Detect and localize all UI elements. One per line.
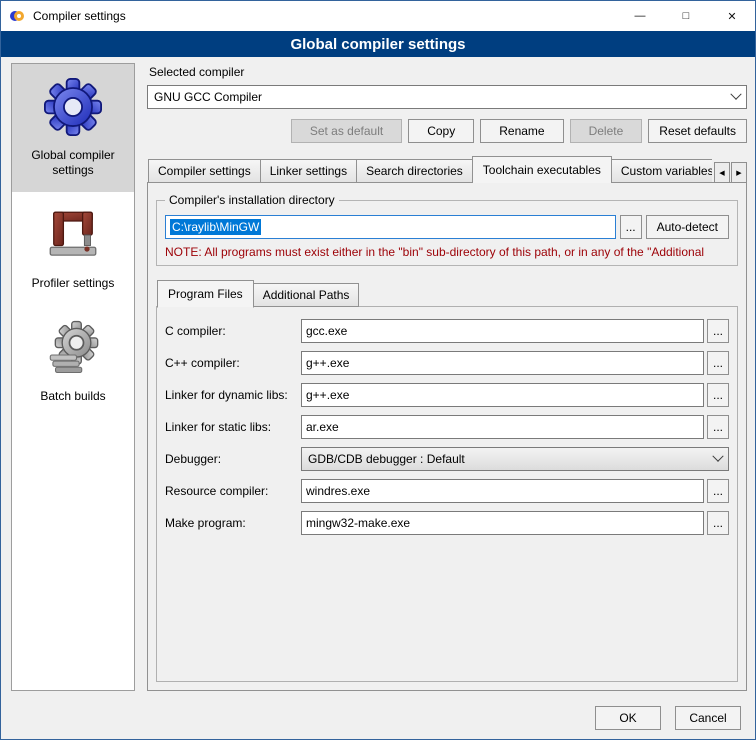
field-row-static-linker: Linker for static libs: ar.exe ... <box>165 415 729 439</box>
gray-gear-icon <box>42 317 104 379</box>
selected-compiler-select[interactable]: GNU GCC Compiler <box>147 85 747 109</box>
reset-defaults-button[interactable]: Reset defaults <box>648 119 747 143</box>
selected-compiler-value: GNU GCC Compiler <box>154 90 262 104</box>
resource-compiler-browse-button[interactable]: ... <box>707 479 729 503</box>
dynamic-linker-input[interactable]: g++.exe <box>301 383 704 407</box>
installation-directory-group-title: Compiler's installation directory <box>165 193 339 207</box>
sidebar-item-batch-builds[interactable]: Batch builds <box>12 305 134 418</box>
c-compiler-input[interactable]: gcc.exe <box>301 319 704 343</box>
tab-search-directories[interactable]: Search directories <box>356 159 473 183</box>
resource-compiler-value: windres.exe <box>306 484 370 498</box>
main-tabbar: Compiler settings Linker settings Search… <box>147 156 747 183</box>
tab-custom-variables[interactable]: Custom variables <box>611 159 712 183</box>
compiler-buttons-row: Set as default Copy Rename Delete Reset … <box>147 119 747 143</box>
bin-subdirectory-note: NOTE: All programs must exist either in … <box>165 245 729 259</box>
cancel-button[interactable]: Cancel <box>675 706 741 730</box>
debugger-label: Debugger: <box>165 452 301 466</box>
tab-program-files[interactable]: Program Files <box>157 280 254 308</box>
copy-button[interactable]: Copy <box>408 119 474 143</box>
make-program-value: mingw32-make.exe <box>306 516 410 530</box>
installation-directory-input[interactable]: C:\raylib\MinGW <box>165 215 616 239</box>
cpp-compiler-value: g++.exe <box>306 356 349 370</box>
dialog-body: Global compiler settings <box>1 57 755 697</box>
toolchain-executables-page: Compiler's installation directory C:\ray… <box>147 182 747 691</box>
app-icon <box>9 7 27 25</box>
cpp-compiler-input[interactable]: g++.exe <box>301 351 704 375</box>
static-linker-browse-button[interactable]: ... <box>707 415 729 439</box>
auto-detect-button[interactable]: Auto-detect <box>646 215 729 239</box>
sidebar-item-label: Batch builds <box>40 389 105 404</box>
close-button[interactable]: ✕ <box>709 1 755 31</box>
sidebar-item-label: Global compiler settings <box>16 148 130 178</box>
tab-toolchain-executables[interactable]: Toolchain executables <box>472 156 612 183</box>
tab-compiler-settings[interactable]: Compiler settings <box>148 159 261 183</box>
compiler-settings-window: Compiler settings — □ ✕ Global compiler … <box>0 0 756 740</box>
chevron-down-icon <box>712 451 723 462</box>
dialog-footer: OK Cancel <box>1 697 755 739</box>
cpp-compiler-label: C++ compiler: <box>165 356 301 370</box>
rename-button[interactable]: Rename <box>480 119 563 143</box>
window-title: Compiler settings <box>33 9 126 23</box>
minimize-button[interactable]: — <box>617 1 663 31</box>
sidebar-item-profiler-settings[interactable]: Profiler settings <box>12 192 134 305</box>
window-controls: — □ ✕ <box>617 1 755 31</box>
debugger-value: GDB/CDB debugger : Default <box>308 452 465 466</box>
tab-linker-settings[interactable]: Linker settings <box>260 159 357 183</box>
inner-tabbar: Program Files Additional Paths <box>156 280 738 307</box>
titlebar: Compiler settings — □ ✕ <box>1 1 755 31</box>
static-linker-label: Linker for static libs: <box>165 420 301 434</box>
installation-directory-browse-button[interactable]: ... <box>620 215 642 239</box>
field-row-cpp-compiler: C++ compiler: g++.exe ... <box>165 351 729 375</box>
field-row-dynamic-linker: Linker for dynamic libs: g++.exe ... <box>165 383 729 407</box>
installation-directory-row: C:\raylib\MinGW ... Auto-detect <box>165 215 729 239</box>
field-row-make-program: Make program: mingw32-make.exe ... <box>165 511 729 535</box>
installation-directory-value: C:\raylib\MinGW <box>170 219 261 235</box>
field-row-resource-compiler: Resource compiler: windres.exe ... <box>165 479 729 503</box>
selected-compiler-label: Selected compiler <box>149 65 745 79</box>
clamp-tool-icon <box>42 204 104 266</box>
resource-compiler-label: Resource compiler: <box>165 484 301 498</box>
sidebar: Global compiler settings <box>11 63 135 691</box>
ok-button[interactable]: OK <box>595 706 661 730</box>
tab-scroll-left-button[interactable]: ◀ <box>714 162 730 183</box>
debugger-select[interactable]: GDB/CDB debugger : Default <box>301 447 729 471</box>
dynamic-linker-value: g++.exe <box>306 388 349 402</box>
tab-scroll-right-button[interactable]: ▶ <box>731 162 747 183</box>
make-program-label: Make program: <box>165 516 301 530</box>
program-files-page: C compiler: gcc.exe ... C++ compiler: g+… <box>156 306 738 682</box>
sidebar-item-global-compiler-settings[interactable]: Global compiler settings <box>12 64 134 192</box>
field-row-debugger: Debugger: GDB/CDB debugger : Default <box>165 447 729 471</box>
c-compiler-value: gcc.exe <box>306 324 347 338</box>
field-row-c-compiler: C compiler: gcc.exe ... <box>165 319 729 343</box>
sidebar-item-label: Profiler settings <box>32 276 115 291</box>
dialog-header: Global compiler settings <box>1 31 755 57</box>
dynamic-linker-browse-button[interactable]: ... <box>707 383 729 407</box>
cpp-compiler-browse-button[interactable]: ... <box>707 351 729 375</box>
set-as-default-button: Set as default <box>291 119 402 143</box>
static-linker-input[interactable]: ar.exe <box>301 415 704 439</box>
dynamic-linker-label: Linker for dynamic libs: <box>165 388 301 402</box>
chevron-down-icon <box>730 89 741 100</box>
delete-button: Delete <box>570 119 643 143</box>
static-linker-value: ar.exe <box>306 420 339 434</box>
c-compiler-label: C compiler: <box>165 324 301 338</box>
blue-gear-icon <box>42 76 104 138</box>
make-program-input[interactable]: mingw32-make.exe <box>301 511 704 535</box>
dialog-header-text: Global compiler settings <box>290 36 465 53</box>
installation-directory-group: Compiler's installation directory C:\ray… <box>156 193 738 266</box>
make-program-browse-button[interactable]: ... <box>707 511 729 535</box>
tab-additional-paths[interactable]: Additional Paths <box>253 283 360 307</box>
maximize-button[interactable]: □ <box>663 1 709 31</box>
c-compiler-browse-button[interactable]: ... <box>707 319 729 343</box>
tab-scroll-arrows: ◀ ▶ <box>714 162 747 183</box>
resource-compiler-input[interactable]: windres.exe <box>301 479 704 503</box>
main-tabs: Compiler settings Linker settings Search… <box>148 156 712 183</box>
main-panel: Selected compiler GNU GCC Compiler Set a… <box>147 63 747 691</box>
